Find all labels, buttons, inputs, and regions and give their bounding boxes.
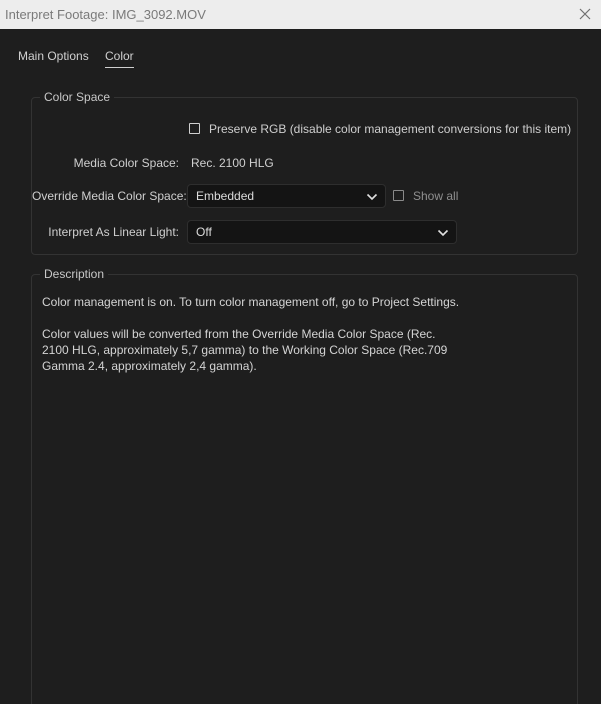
tab-main-options[interactable]: Main Options [18, 49, 89, 63]
color-space-group: Color Space Preserve RGB (disable color … [31, 90, 578, 255]
media-color-space-label: Media Color Space: [73, 156, 179, 170]
show-all-checkbox[interactable] [393, 190, 404, 201]
interpret-linear-light-value: Off [196, 225, 212, 239]
override-media-color-space-dropdown[interactable]: Embedded [187, 184, 386, 208]
override-media-color-space-label: Override Media Color Space: [32, 189, 187, 203]
override-media-color-space-value: Embedded [196, 189, 255, 203]
preserve-rgb-checkbox[interactable] [189, 123, 200, 134]
interpret-footage-dialog: Interpret Footage: IMG_3092.MOV Main Opt… [0, 0, 601, 704]
chevron-down-icon [437, 226, 449, 238]
description-paragraph: Color management is on. To turn color ma… [42, 295, 460, 309]
color-space-legend: Color Space [40, 90, 115, 104]
description-group: Description Color management is on. To t… [31, 267, 578, 704]
title-bar: Interpret Footage: IMG_3092.MOV [0, 0, 601, 29]
description-text: Color management is on. To turn color ma… [42, 294, 462, 390]
media-color-space-value: Rec. 2100 HLG [191, 156, 274, 170]
tab-bar: Main Options Color [0, 29, 601, 74]
preserve-rgb-label[interactable]: Preserve RGB (disable color management c… [209, 122, 571, 136]
description-paragraph: Color values will be converted from the … [42, 327, 448, 373]
interpret-linear-light-dropdown[interactable]: Off [187, 220, 457, 244]
close-icon[interactable] [575, 4, 595, 24]
interpret-linear-light-label: Interpret As Linear Light: [48, 225, 179, 239]
description-legend: Description [40, 267, 109, 281]
chevron-down-icon [366, 190, 378, 202]
dialog-title: Interpret Footage: IMG_3092.MOV [5, 7, 206, 22]
tab-color[interactable]: Color [105, 49, 134, 68]
show-all-label[interactable]: Show all [413, 189, 458, 203]
